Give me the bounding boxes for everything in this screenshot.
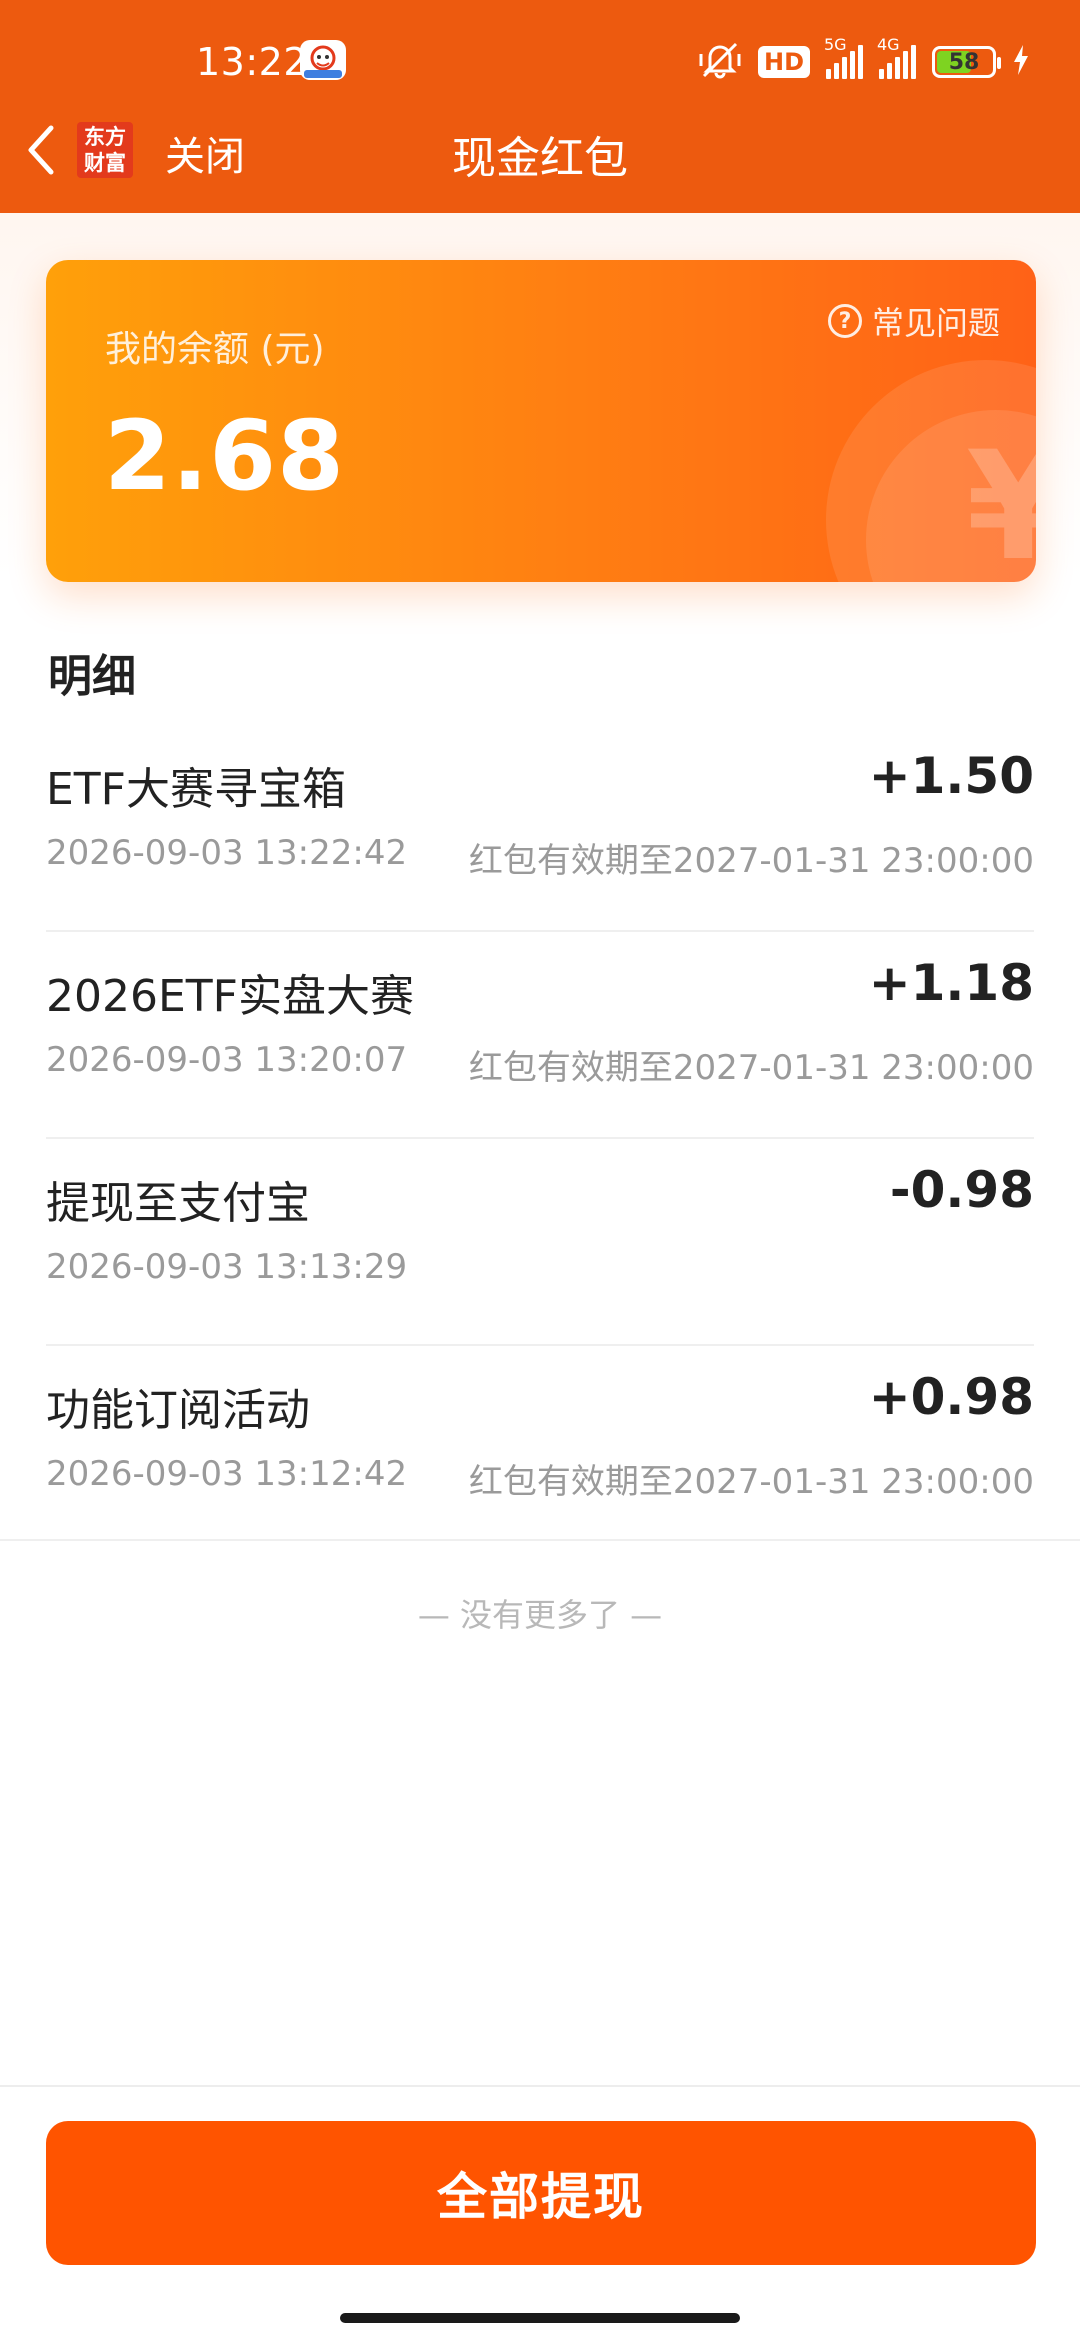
footer-divider bbox=[0, 2085, 1080, 2087]
home-indicator[interactable] bbox=[340, 2313, 740, 2323]
yuan-coin-icon: ¥ bbox=[966, 420, 1036, 582]
details-section-title: 明细 bbox=[48, 651, 136, 702]
transaction-amount: +1.18 bbox=[868, 954, 1034, 1012]
transaction-expiry: 红包有效期至2027-01-31 23:00:00 bbox=[468, 1048, 1034, 1088]
transaction-title: 2026ETF实盘大赛 bbox=[46, 971, 414, 1022]
transaction-amount: -0.98 bbox=[889, 1161, 1034, 1219]
battery-level: 58 bbox=[948, 49, 980, 75]
transaction-item[interactable]: 提现至支付宝 -0.98 2026-09-03 13:13:29 bbox=[46, 1139, 1034, 1346]
faq-label: 常见问题 bbox=[871, 304, 1000, 342]
mute-vibrate-icon bbox=[698, 40, 742, 84]
balance-value: 2.68 bbox=[104, 400, 345, 512]
question-circle-icon: ? bbox=[827, 304, 862, 338]
transaction-expiry: 红包有效期至2027-01-31 23:00:00 bbox=[468, 1462, 1034, 1502]
app-header: 13:22 HD 5G 4G 58 东方财富 关闭 现金红包 bbox=[0, 0, 1080, 213]
transaction-list: ETF大赛寻宝箱 +1.50 2026-09-03 13:22:42 红包有效期… bbox=[0, 725, 1080, 1553]
withdraw-all-button[interactable]: 全部提现 bbox=[46, 2121, 1036, 2265]
status-time: 13:22 bbox=[196, 40, 309, 84]
page-title: 现金红包 bbox=[452, 133, 628, 184]
balance-label: 我的余额 (元) bbox=[105, 329, 325, 370]
no-more-indicator: — 没有更多了 — bbox=[417, 1596, 663, 1634]
transaction-date: 2026-09-03 13:20:07 bbox=[46, 1040, 408, 1080]
signal-4g-icon: 4G bbox=[877, 35, 916, 79]
signal-5g-icon: 5G bbox=[824, 35, 863, 79]
status-indicators: HD 5G 4G 58 bbox=[698, 35, 1030, 86]
transaction-item[interactable]: 功能订阅活动 +0.98 2026-09-03 13:12:42 红包有效期至2… bbox=[46, 1346, 1034, 1553]
transaction-date: 2026-09-03 13:22:42 bbox=[46, 833, 408, 873]
transaction-expiry: 红包有效期至2027-01-31 23:00:00 bbox=[468, 841, 1034, 881]
transaction-amount: +1.50 bbox=[868, 747, 1034, 805]
balance-card: ¥ ? 常见问题 我的余额 (元) 2.68 bbox=[46, 260, 1036, 582]
notification-app-icon bbox=[300, 40, 346, 80]
transaction-title: 功能订阅活动 bbox=[46, 1385, 310, 1436]
transaction-date: 2026-09-03 13:13:29 bbox=[46, 1247, 408, 1287]
network-4g-label: 4G bbox=[877, 35, 900, 54]
transaction-title: 提现至支付宝 bbox=[46, 1178, 310, 1229]
transaction-amount: +0.98 bbox=[868, 1368, 1034, 1426]
list-divider bbox=[0, 1539, 1080, 1541]
charging-icon bbox=[1012, 44, 1030, 80]
faq-link[interactable]: ? 常见问题 bbox=[827, 298, 1000, 344]
transaction-item[interactable]: ETF大赛寻宝箱 +1.50 2026-09-03 13:22:42 红包有效期… bbox=[46, 725, 1034, 932]
transaction-title: ETF大赛寻宝箱 bbox=[46, 764, 346, 815]
network-5g-label: 5G bbox=[824, 35, 847, 54]
hd-voice-badge: HD bbox=[757, 46, 810, 78]
transaction-date: 2026-09-03 13:12:42 bbox=[46, 1454, 408, 1494]
battery-icon: 58 bbox=[932, 46, 1001, 78]
transaction-item[interactable]: 2026ETF实盘大赛 +1.18 2026-09-03 13:20:07 红包… bbox=[46, 932, 1034, 1139]
